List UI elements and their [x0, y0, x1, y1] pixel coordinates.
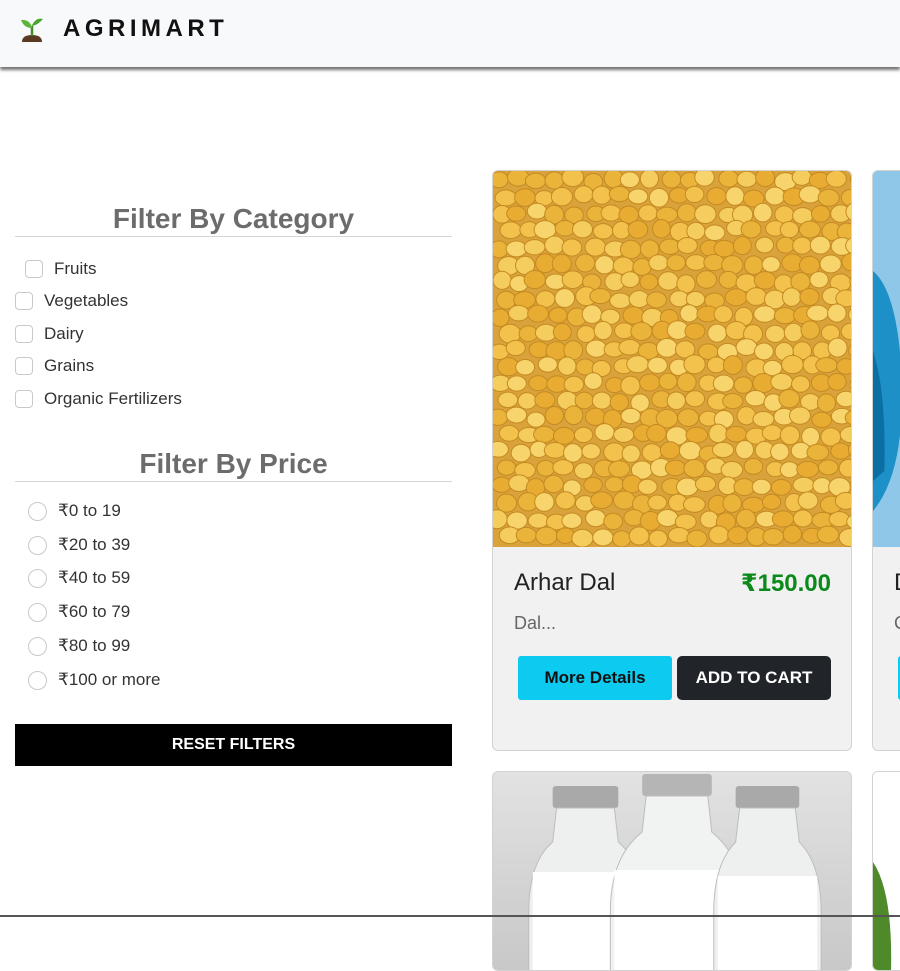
reset-filters-button[interactable]: RESET FILTERS — [15, 724, 452, 766]
price-radio[interactable] — [28, 670, 47, 690]
product-card: Arhar Dal ₹150.00 Dal... More Details AD… — [492, 170, 852, 751]
product-card: D C — [872, 170, 900, 751]
category-label: Fruits — [54, 259, 97, 278]
price-label: ₹80 to 99 — [58, 636, 131, 655]
category-item-fruits[interactable]: Fruits — [25, 258, 97, 280]
product-image[interactable] — [873, 772, 900, 971]
price-filter-title: Filter By Price — [15, 447, 452, 482]
product-name: D — [894, 569, 900, 597]
price-label: ₹20 to 39 — [58, 535, 131, 554]
price-option[interactable]: ₹20 to 39 — [28, 534, 130, 556]
dairy-checkbox[interactable] — [15, 325, 33, 343]
price-label: ₹0 to 19 — [58, 501, 121, 520]
price-option[interactable]: ₹60 to 79 — [28, 601, 130, 623]
price-radio[interactable] — [28, 501, 47, 521]
fruits-checkbox[interactable] — [25, 260, 43, 278]
sprout-icon — [21, 18, 43, 42]
vegetables-checkbox[interactable] — [15, 292, 33, 310]
price-label: ₹60 to 79 — [58, 602, 131, 621]
category-item-dairy[interactable]: Dairy — [15, 323, 84, 345]
grains-checkbox[interactable] — [15, 357, 33, 375]
category-filter-title: Filter By Category — [15, 202, 452, 237]
price-radio[interactable] — [28, 636, 47, 656]
navbar: AGRIMART — [0, 0, 900, 67]
organic-fertilizers-checkbox[interactable] — [15, 390, 33, 408]
category-label: Dairy — [44, 324, 84, 343]
product-image[interactable] — [873, 171, 900, 547]
price-label: ₹100 or more — [58, 670, 161, 689]
price-radio[interactable] — [28, 535, 47, 555]
product-description: C — [894, 613, 900, 634]
price-option[interactable]: ₹100 or more — [28, 669, 160, 691]
price-radio[interactable] — [28, 568, 47, 588]
category-item-vegetables[interactable]: Vegetables — [15, 290, 128, 312]
more-details-button[interactable]: More Details — [518, 656, 672, 700]
product-price: ₹150.00 — [740, 570, 831, 597]
category-label: Organic Fertilizers — [44, 389, 182, 408]
category-label: Grains — [44, 356, 95, 375]
product-image[interactable] — [493, 171, 851, 547]
price-radio[interactable] — [28, 602, 47, 622]
price-option[interactable]: ₹0 to 19 — [28, 500, 121, 522]
price-option[interactable]: ₹80 to 99 — [28, 635, 130, 657]
product-name: Arhar Dal — [514, 569, 616, 596]
product-card — [872, 771, 900, 971]
category-item-grains[interactable]: Grains — [15, 355, 94, 377]
category-item-organic-fertilizers[interactable]: Organic Fertilizers — [15, 388, 182, 410]
price-option[interactable]: ₹40 to 59 — [28, 567, 130, 589]
brand-name[interactable]: AGRIMART — [63, 15, 228, 43]
product-description: Dal... — [514, 613, 557, 633]
product-card — [492, 771, 852, 971]
add-to-cart-button[interactable]: ADD TO CART — [677, 656, 831, 700]
product-image[interactable] — [493, 772, 851, 971]
category-label: Vegetables — [44, 291, 129, 310]
price-label: ₹40 to 59 — [58, 568, 131, 587]
